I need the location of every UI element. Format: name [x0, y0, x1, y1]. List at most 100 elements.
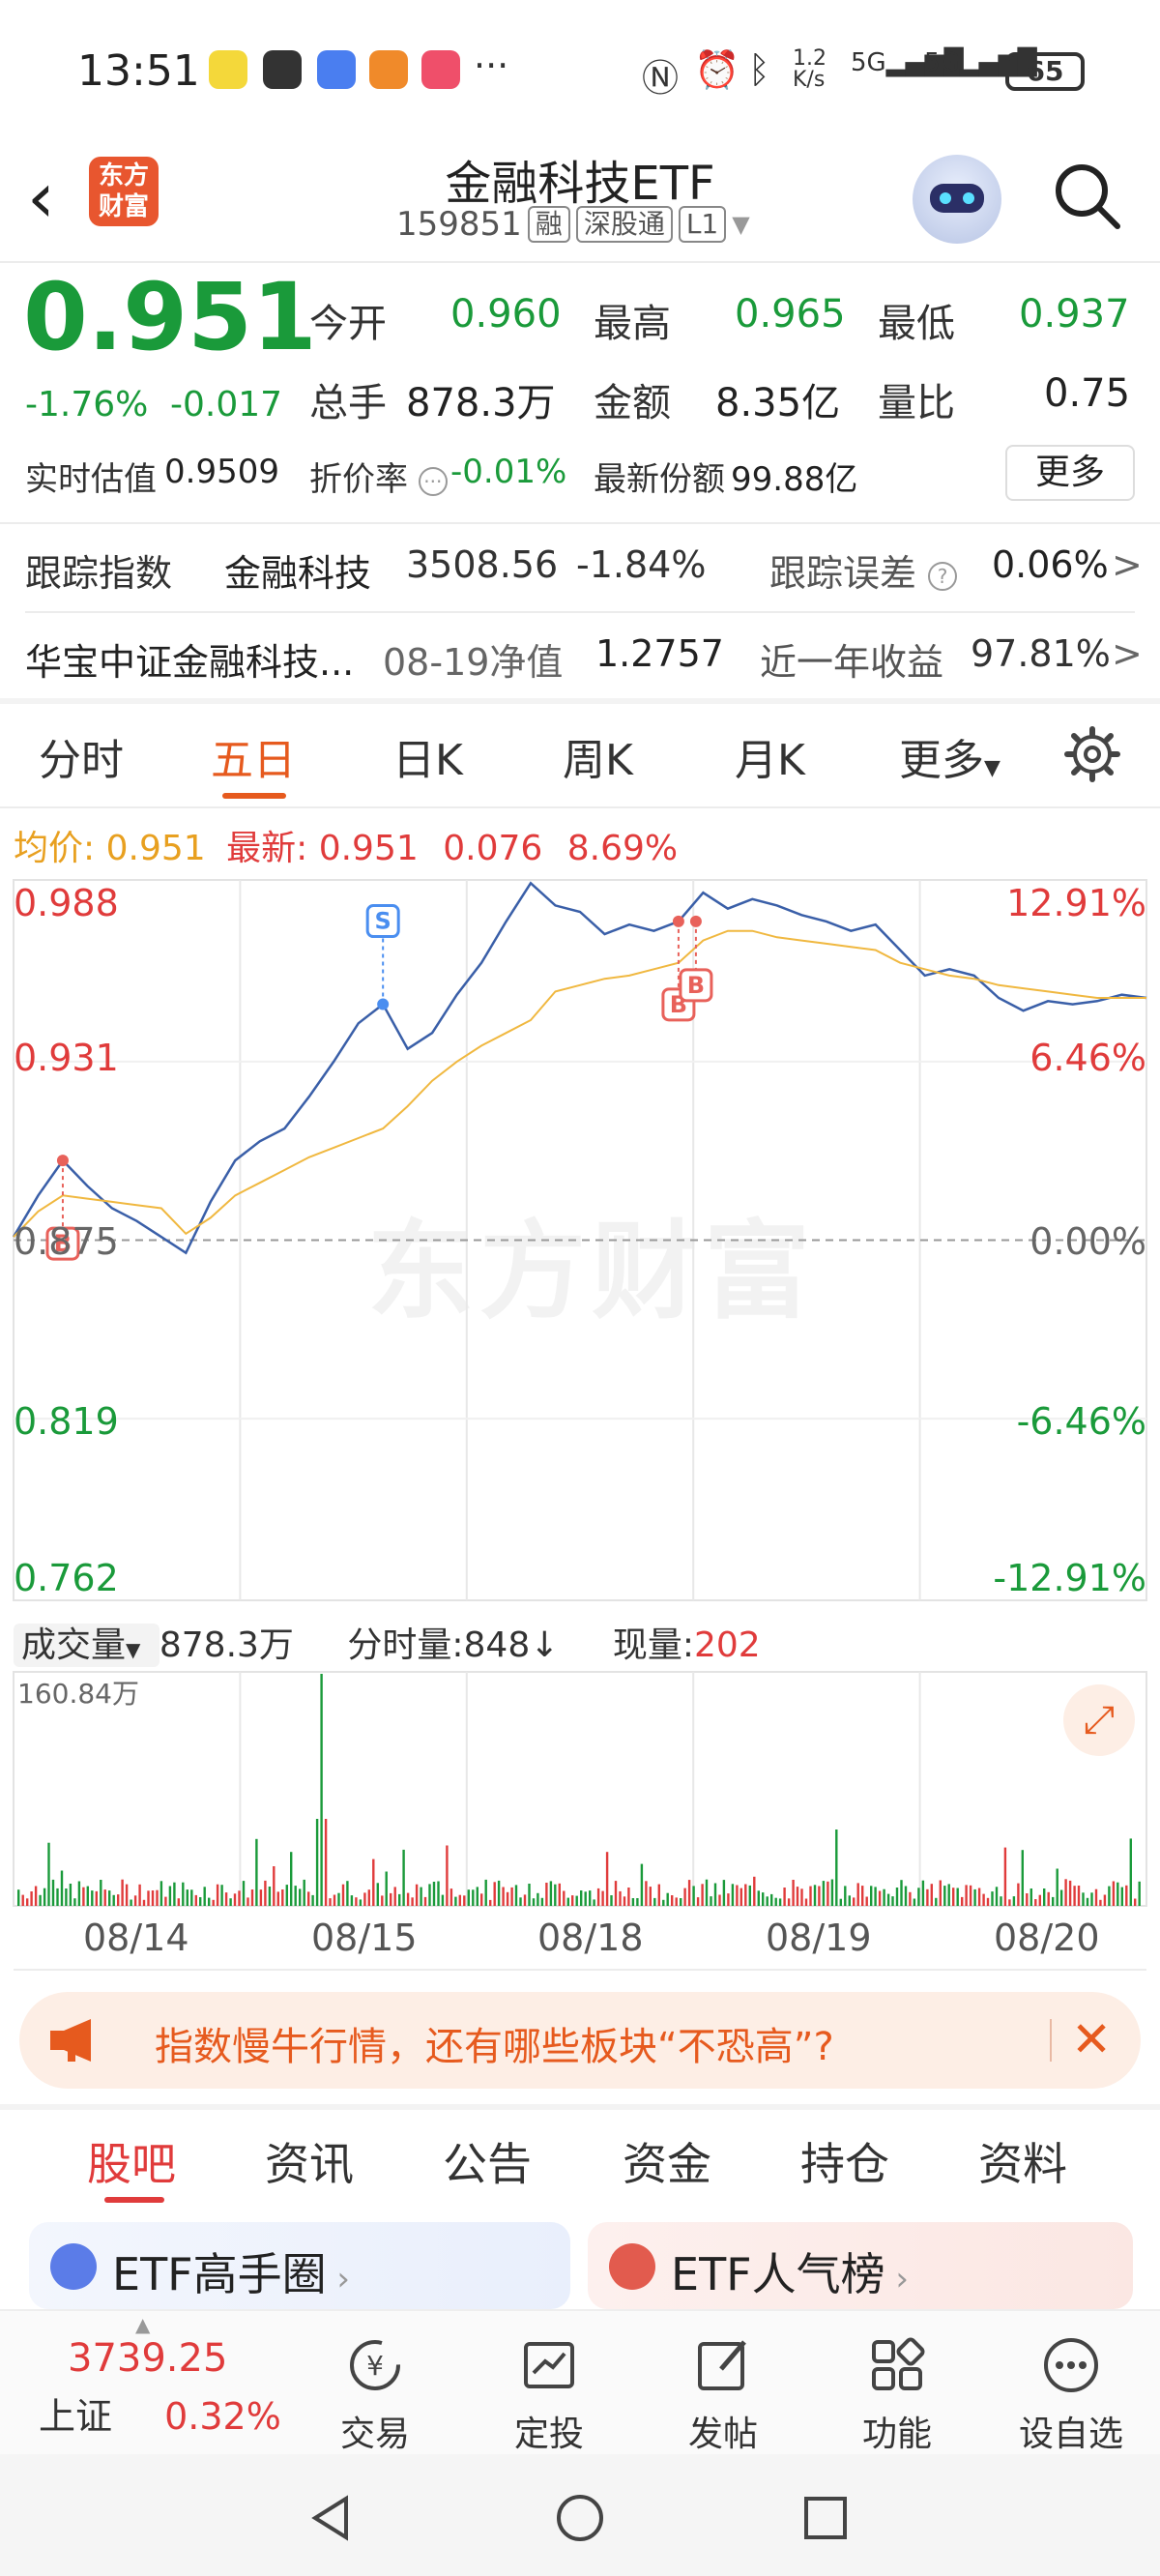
volume-bar — [103, 1889, 106, 1906]
post-button[interactable]: 发帖 — [655, 2334, 791, 2456]
volume-bar — [65, 1888, 68, 1906]
banner-divider — [1050, 2019, 1052, 2062]
news-banner[interactable]: 指数慢牛行情，还有哪些板块“不恐高”? ✕ — [19, 1992, 1141, 2089]
app-notification-icon — [209, 50, 247, 89]
volume-chart[interactable] — [0, 1668, 1160, 1910]
yearly-return-value: 97.81% — [971, 632, 1111, 675]
dots-info-icon[interactable]: ··· — [418, 466, 448, 496]
marker-dot — [377, 998, 390, 1010]
tab-guba[interactable]: 股吧 — [87, 2129, 176, 2193]
nav-value: 1.2757 — [595, 632, 724, 675]
features-button[interactable]: 功能 — [829, 2334, 965, 2456]
volume-bar — [973, 1888, 976, 1906]
volume-bar — [133, 1895, 137, 1906]
stock-code-row[interactable]: 159851 融 深股通 L1 ▼ — [396, 205, 750, 244]
y-tick-right: -6.46% — [1016, 1400, 1146, 1443]
low-value: 0.937 — [1019, 292, 1130, 337]
volume-bar — [1021, 1850, 1024, 1906]
volume-bar — [307, 1891, 310, 1906]
tab-funds[interactable]: 资金 — [623, 2129, 711, 2193]
volume-bar — [30, 1891, 33, 1906]
nav-recents-icon[interactable] — [802, 2495, 849, 2541]
y-tick-right: 0.00% — [1030, 1220, 1146, 1263]
close-icon[interactable]: ✕ — [1071, 2015, 1112, 2064]
volume-bar — [350, 1895, 354, 1906]
svg-text:¥: ¥ — [366, 2350, 384, 2382]
search-icon[interactable] — [1050, 159, 1123, 232]
tab-five-day[interactable]: 五日 — [211, 725, 296, 787]
nav-back-icon[interactable] — [305, 2493, 356, 2543]
index-ticker[interactable]: 3739.25 上证 0.32% — [39, 2336, 300, 2440]
avg-label: 均价: — [14, 829, 96, 868]
latest-change: 0.076 — [443, 829, 543, 868]
price-chart[interactable]: BSBB — [0, 870, 1160, 1605]
volume-bar — [108, 1890, 111, 1906]
y-tick-right: 6.46% — [1030, 1037, 1146, 1079]
volume-bar — [168, 1886, 172, 1906]
volume-bar — [242, 1881, 246, 1906]
volume-bar — [566, 1897, 569, 1906]
volume-bar — [536, 1892, 539, 1906]
x-date-label: 08/20 — [994, 1917, 1100, 1959]
robot-assistant-avatar[interactable] — [913, 155, 1001, 244]
volume-bar — [804, 1898, 808, 1906]
help-icon[interactable]: ? — [928, 561, 958, 591]
volume-bar — [1026, 1893, 1029, 1906]
gear-icon[interactable] — [1063, 725, 1121, 783]
volume-bar — [411, 1897, 414, 1906]
volume-bar — [489, 1899, 492, 1906]
volume-bar — [337, 1892, 340, 1906]
expand-icon[interactable]: ⤢ — [1063, 1684, 1135, 1756]
high-label: 最高 — [594, 302, 671, 346]
divider — [14, 1969, 1146, 1971]
volume-bar — [441, 1894, 445, 1906]
volume-bar — [774, 1897, 777, 1906]
volume-bar — [853, 1897, 856, 1906]
volume-bar — [311, 1894, 314, 1906]
volume-bar — [589, 1890, 592, 1906]
volume-bar — [982, 1893, 985, 1906]
auto-invest-button[interactable]: 定投 — [481, 2334, 617, 2456]
volume-bar — [1120, 1887, 1123, 1906]
tab-news[interactable]: 资讯 — [265, 2129, 354, 2193]
volume-bar — [549, 1881, 553, 1906]
volume-bar — [596, 1888, 600, 1906]
y-tick-left: 0.988 — [14, 882, 119, 924]
volume-bar — [121, 1879, 124, 1906]
volume-bar — [865, 1896, 868, 1906]
trade-label: 交易 — [339, 2415, 410, 2454]
volume-bar — [722, 1880, 726, 1906]
tab-holdings[interactable]: 持仓 — [800, 2129, 889, 2193]
trade-button[interactable]: ¥ 交易 — [307, 2334, 443, 2456]
volume-bar — [991, 1891, 994, 1906]
volume-selector[interactable]: 成交量▼ — [14, 1624, 160, 1667]
tab-monthly-k[interactable]: 月K — [735, 725, 805, 787]
tab-daily-k[interactable]: 日K — [392, 725, 463, 787]
volume-bar — [571, 1895, 574, 1906]
fund-name: 华宝中证金融科技... — [25, 641, 355, 684]
volume-bar — [346, 1881, 349, 1906]
change-amount: -0.017 — [170, 385, 283, 424]
volume-bar — [82, 1887, 85, 1906]
iopv-label: 实时估值 — [25, 460, 157, 499]
tab-intraday[interactable]: 分时 — [39, 725, 124, 787]
volume-bar — [502, 1887, 505, 1906]
yuan-cycle-icon: ¥ — [350, 2340, 400, 2390]
y-tick-right: 12.91% — [1006, 882, 1146, 924]
tab-announcements[interactable]: 公告 — [443, 2129, 532, 2193]
volume-bar — [1103, 1894, 1107, 1906]
volume-bar — [558, 1883, 561, 1906]
divider — [0, 522, 1160, 524]
volume-bar — [208, 1897, 211, 1906]
nav-home-icon[interactable] — [555, 2493, 605, 2543]
volume-bar — [294, 1886, 297, 1906]
etf-expert-card[interactable]: ETF高手圈 › — [29, 2222, 570, 2309]
alarm-icon: ⏰ — [694, 48, 740, 91]
tab-profile[interactable]: 资料 — [978, 2129, 1067, 2193]
tab-weekly-k[interactable]: 周K — [563, 725, 633, 787]
volume-bar — [844, 1886, 847, 1906]
add-watchlist-button[interactable]: 设自选 — [1003, 2334, 1139, 2456]
tab-more[interactable]: 更多▼ — [899, 725, 1000, 787]
more-button[interactable]: 更多 — [1005, 445, 1135, 501]
etf-popularity-card[interactable]: ETF人气榜 › — [588, 2222, 1133, 2309]
